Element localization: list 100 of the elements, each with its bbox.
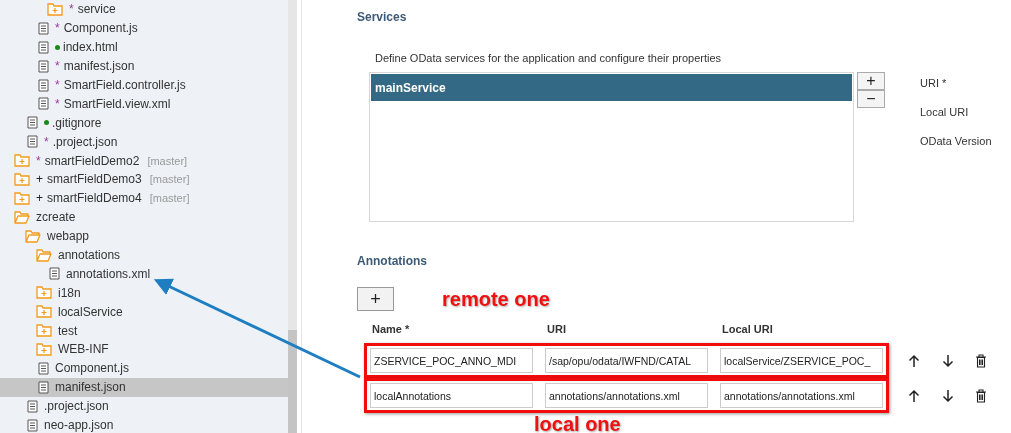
column-header: Name * — [372, 323, 411, 335]
folder-icon — [36, 305, 52, 319]
tree-item[interactable]: annotations — [0, 245, 288, 265]
item-label: manifest.json — [55, 380, 126, 395]
tree-item[interactable]: i18n — [0, 283, 288, 303]
item-label: test — [58, 323, 78, 338]
item-label: manifest.json — [63, 59, 135, 74]
tree-item[interactable]: .project.json — [0, 396, 288, 416]
item-label: smartFieldDemo3 — [47, 172, 142, 187]
add-button[interactable]: + — [857, 72, 885, 90]
input-field[interactable]: annotations/annotations.xml — [720, 383, 883, 408]
input-field[interactable]: annotations/annotations.xml — [545, 383, 708, 408]
tree-item[interactable]: * smartFieldDemo2 [master] — [0, 151, 288, 170]
item-label: i18n — [58, 285, 81, 300]
status-marker: * — [55, 59, 60, 74]
description-text: Define OData services for the application and configure their properties — [375, 52, 723, 64]
item-label: .project.json — [52, 134, 118, 149]
item-label: smartFieldDemo2 — [44, 153, 140, 168]
scrollbar-track[interactable] — [288, 0, 297, 433]
file-icon — [38, 40, 49, 54]
tree-item[interactable]: * manifest.json — [0, 56, 288, 76]
tree-item[interactable]: zcreate — [0, 207, 288, 227]
open-folder-icon — [36, 248, 52, 262]
add-button[interactable]: + — [357, 287, 394, 311]
item-label: neo-app.json — [44, 418, 114, 433]
tree-item[interactable]: * service — [0, 0, 288, 19]
folder-icon — [36, 286, 52, 300]
folder-icon — [36, 324, 52, 338]
branch-label: [master] — [149, 192, 190, 205]
callout-text: remote one — [442, 288, 550, 311]
trash-icon[interactable] — [975, 388, 987, 403]
tree-item[interactable]: WEB-INF — [0, 340, 288, 359]
tree-item[interactable]: * Component.js — [0, 18, 288, 38]
item-label: .gitignore — [52, 115, 102, 130]
branch-label: [master] — [147, 154, 188, 167]
property-label: OData Version — [920, 135, 992, 147]
column-header: URI — [547, 323, 567, 335]
item-label: annotations.xml — [66, 266, 151, 281]
folder-icon — [14, 191, 30, 205]
folder-icon — [36, 342, 52, 356]
item-label: index.html — [63, 40, 118, 55]
property-label: URI * — [920, 77, 948, 89]
tree-item[interactable]: .gitignore — [0, 113, 288, 133]
tree-item[interactable]: * .project.json — [0, 132, 288, 152]
input-field[interactable]: localAnnotations — [370, 383, 533, 408]
section-heading: Services — [357, 10, 408, 24]
tree-item[interactable]: neo-app.json — [0, 415, 288, 433]
file-icon — [27, 135, 38, 149]
tree-item[interactable]: annotations.xml — [0, 264, 288, 284]
file-icon — [38, 59, 49, 73]
arrow-down-icon[interactable] — [941, 388, 955, 403]
status-marker: * — [55, 78, 60, 92]
arrow-down-icon[interactable] — [941, 353, 955, 368]
item-label: annotations — [58, 248, 121, 262]
item-label: localService — [58, 304, 123, 319]
tree-item[interactable]: test — [0, 321, 288, 341]
input-field[interactable]: /sap/opu/odata/IWFND/CATAL — [545, 348, 708, 373]
tree-item[interactable]: + smartFieldDemo3 [master] — [0, 170, 288, 189]
trash-icon[interactable] — [975, 353, 987, 368]
tree-item[interactable]: webapp — [0, 226, 288, 246]
item-label: smartFieldDemo4 — [47, 191, 142, 206]
service-item[interactable]: mainService — [371, 74, 852, 101]
item-label: service — [77, 2, 116, 17]
tree-item[interactable]: + smartFieldDemo4 [master] — [0, 188, 288, 208]
status-marker: + — [36, 172, 43, 187]
open-folder-icon — [14, 210, 30, 224]
scrollbar-thumb[interactable] — [288, 330, 297, 433]
item-label: SmartField.controller.js — [63, 78, 186, 92]
tree-item[interactable]: Component.js — [0, 358, 288, 378]
item-label: webapp — [47, 229, 90, 244]
status-marker: * — [69, 2, 74, 17]
file-icon — [38, 78, 49, 92]
tree-item[interactable]: * SmartField.view.xml — [0, 94, 288, 114]
tree-item[interactable]: index.html — [0, 37, 288, 57]
arrow-up-icon[interactable] — [907, 388, 921, 403]
input-field[interactable]: ZSERVICE_POC_ANNO_MDI — [370, 348, 533, 373]
file-icon — [38, 361, 49, 375]
status-marker: + — [36, 191, 43, 206]
status-marker: * — [55, 96, 60, 111]
item-label: Component.js — [63, 21, 138, 36]
remove-button[interactable]: − — [857, 90, 885, 108]
tree-item[interactable]: manifest.json — [0, 377, 288, 397]
folder-icon — [14, 154, 30, 168]
file-icon — [38, 380, 49, 394]
column-header: Local URI — [722, 323, 774, 335]
arrow-up-icon[interactable] — [907, 353, 921, 368]
file-icon — [27, 418, 38, 432]
input-field[interactable]: localService/ZSERVICE_POC_ — [720, 348, 883, 373]
item-label: .project.json — [44, 399, 109, 414]
folder-icon — [47, 2, 63, 16]
file-icon — [27, 116, 38, 130]
item-label: WEB-INF — [58, 342, 109, 357]
tree-item[interactable]: * SmartField.controller.js — [0, 75, 288, 95]
branch-label: [master] — [149, 173, 190, 186]
file-icon — [49, 267, 60, 281]
tree-item[interactable]: localService — [0, 302, 288, 322]
callout-text: local one — [534, 413, 622, 433]
status-marker: * — [36, 153, 41, 168]
item-label: Component.js — [55, 361, 130, 376]
open-folder-icon — [25, 229, 41, 243]
